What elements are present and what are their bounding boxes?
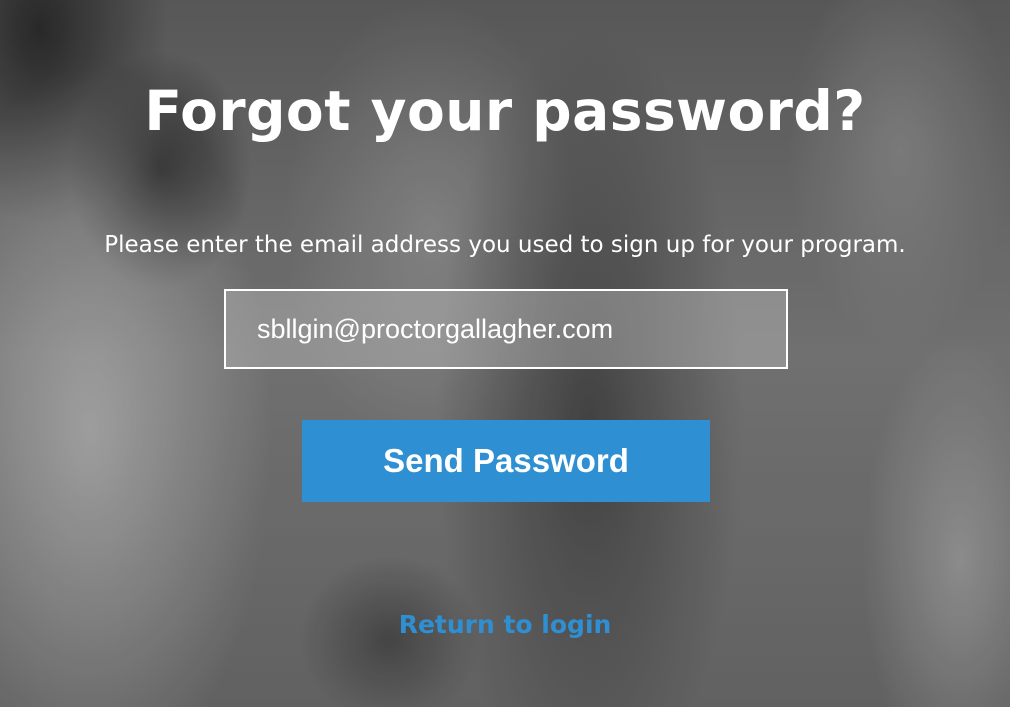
instruction-text: Please enter the email address you used … (104, 232, 906, 258)
return-to-login-link[interactable]: Return to login (0, 605, 1010, 645)
send-password-button[interactable]: Send Password (302, 420, 710, 502)
email-input[interactable] (226, 291, 786, 367)
email-field-container (224, 289, 788, 369)
page-title: Forgot your password? (144, 79, 866, 143)
forgot-password-panel: Forgot your password? Please enter the e… (0, 0, 1010, 707)
